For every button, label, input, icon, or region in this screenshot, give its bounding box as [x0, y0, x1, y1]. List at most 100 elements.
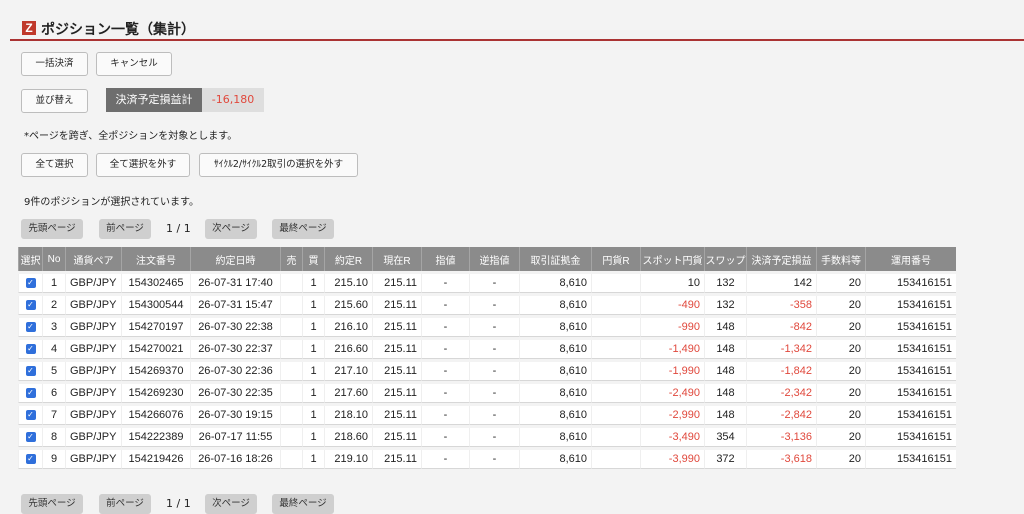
table-cell: - — [421, 340, 469, 359]
table-cell: 153416151 — [865, 428, 956, 447]
table-cell: 215.60 — [324, 296, 372, 315]
table-row[interactable]: ✓ 3 GBP/JPY 154270197 26-07-30 22:38 1 216.10 2… — [18, 318, 956, 337]
column-header: 通貨ペア — [65, 247, 121, 271]
table-row[interactable]: ✓ 2 GBP/JPY 154300544 26-07-31 15:47 1 215.60 2… — [18, 296, 956, 315]
next-page-button-bottom[interactable]: 次ページ — [205, 494, 257, 514]
table-cell: - — [421, 406, 469, 425]
table-row[interactable]: ✓ 7 GBP/JPY 154266076 26-07-30 19:15 1 218.10 2… — [18, 406, 956, 425]
table-cell: - — [421, 384, 469, 403]
row-select-checkbox[interactable]: ✓ — [18, 428, 42, 447]
row-select-checkbox[interactable]: ✓ — [18, 340, 42, 359]
table-cell: 26-07-30 22:36 — [190, 362, 280, 381]
sort-button[interactable]: 並び替え — [21, 89, 88, 113]
table-cell: 153416151 — [865, 362, 956, 381]
deselect-all-button[interactable]: 全て選択を外す — [96, 153, 190, 177]
row-select-checkbox[interactable]: ✓ — [18, 318, 42, 337]
deselect-cycle-button[interactable]: ｻｲｸﾙ2/ｻｲｸﾙ2取引の選択を外す — [199, 153, 358, 177]
bulk-settle-button[interactable]: 一括決済 — [21, 52, 88, 76]
row-select-checkbox[interactable]: ✓ — [18, 274, 42, 293]
table-row[interactable]: ✓ 1 GBP/JPY 154302465 26-07-31 17:40 1 215.10 2… — [18, 274, 956, 293]
next-page-button[interactable]: 次ページ — [205, 219, 257, 239]
row-select-checkbox[interactable]: ✓ — [18, 384, 42, 403]
column-header: 選択 — [18, 247, 42, 271]
table-cell: 20 — [816, 406, 865, 425]
table-cell: 153416151 — [865, 340, 956, 359]
table-cell: 154300544 — [121, 296, 190, 315]
table-cell: - — [469, 450, 519, 469]
table-header-row: 選択 No 通貨ペア 注文番号 約定日時売買約定R 現在R 指値 逆指値 取引証拠金 円貨R スポッ… — [18, 247, 956, 271]
table-cell: -2,342 — [746, 384, 816, 403]
first-page-button[interactable]: 先頭ページ — [21, 219, 83, 239]
table-cell: 1 — [302, 340, 324, 359]
table-cell: 215.11 — [372, 362, 421, 381]
table-cell: 153416151 — [865, 384, 956, 403]
table-cell: -1,342 — [746, 340, 816, 359]
table-cell — [591, 384, 640, 403]
table-cell: - — [421, 318, 469, 337]
prev-page-button[interactable]: 前ページ — [99, 219, 151, 239]
table-cell: 215.11 — [372, 406, 421, 425]
table-cell: 132 — [704, 274, 746, 293]
table-cell: 7 — [42, 406, 65, 425]
row-select-checkbox[interactable]: ✓ — [18, 450, 42, 469]
table-row[interactable]: ✓ 6 GBP/JPY 154269230 26-07-30 22:35 1 217.60 2… — [18, 384, 956, 403]
table-cell: 1 — [302, 362, 324, 381]
column-header: スワップ — [704, 247, 746, 271]
table-cell: 5 — [42, 362, 65, 381]
table-cell: 216.60 — [324, 340, 372, 359]
column-header: 注文番号 — [121, 247, 190, 271]
table-row[interactable]: ✓ 8 GBP/JPY 154222389 26-07-17 11:55 1 218.60 2… — [18, 428, 956, 447]
last-page-button[interactable]: 最終ページ — [272, 219, 334, 239]
table-cell: 1 — [302, 274, 324, 293]
table-cell: 8,610 — [519, 406, 591, 425]
table-cell: - — [469, 340, 519, 359]
table-cell: 216.10 — [324, 318, 372, 337]
column-header: 決済予定損益 — [746, 247, 816, 271]
table-cell: 154266076 — [121, 406, 190, 425]
table-row[interactable]: ✓ 4 GBP/JPY 154270021 26-07-30 22:37 1 216.60 2… — [18, 340, 956, 359]
column-header: 逆指値 — [469, 247, 519, 271]
table-cell — [280, 384, 302, 403]
column-header: 手数料等 — [816, 247, 865, 271]
table-cell: 215.11 — [372, 340, 421, 359]
row-select-checkbox[interactable]: ✓ — [18, 296, 42, 315]
table-cell: 217.10 — [324, 362, 372, 381]
table-cell: -3,490 — [640, 428, 704, 447]
table-cell: - — [421, 450, 469, 469]
table-row[interactable]: ✓ 9 GBP/JPY 154219426 26-07-16 18:26 1 219.10 2… — [18, 450, 956, 469]
table-cell: 154219426 — [121, 450, 190, 469]
prev-page-button-bottom[interactable]: 前ページ — [99, 494, 151, 514]
table-cell: GBP/JPY — [65, 450, 121, 469]
table-cell: 153416151 — [865, 318, 956, 337]
table-cell: -490 — [640, 296, 704, 315]
cancel-button[interactable]: キャンセル — [96, 52, 172, 76]
table-cell: 20 — [816, 450, 865, 469]
table-cell: 8,610 — [519, 274, 591, 293]
table-cell: 148 — [704, 340, 746, 359]
column-header: 売 — [280, 247, 302, 271]
column-header: 円貨R — [591, 247, 640, 271]
table-cell: 4 — [42, 340, 65, 359]
table-cell: 10 — [640, 274, 704, 293]
table-cell: - — [469, 406, 519, 425]
table-cell — [280, 450, 302, 469]
select-all-button[interactable]: 全て選択 — [21, 153, 88, 177]
last-page-button-bottom[interactable]: 最終ページ — [272, 494, 334, 514]
column-header: 指値 — [421, 247, 469, 271]
table-cell: 9 — [42, 450, 65, 469]
column-header: 取引証拠金 — [519, 247, 591, 271]
table-cell: -990 — [640, 318, 704, 337]
row-select-checkbox[interactable]: ✓ — [18, 406, 42, 425]
first-page-button-bottom[interactable]: 先頭ページ — [21, 494, 83, 514]
page-info-bottom: 1 / 1 — [166, 497, 191, 510]
table-cell — [280, 362, 302, 381]
table-row[interactable]: ✓ 5 GBP/JPY 154269370 26-07-30 22:36 1 217.10 2… — [18, 362, 956, 381]
checkmark-icon: ✓ — [25, 322, 36, 333]
table-cell — [591, 428, 640, 447]
table-cell: GBP/JPY — [65, 406, 121, 425]
page-header: Z ポジション一覧（集計） — [0, 0, 1024, 41]
table-cell: GBP/JPY — [65, 384, 121, 403]
checkmark-icon: ✓ — [25, 344, 36, 355]
row-select-checkbox[interactable]: ✓ — [18, 362, 42, 381]
table-cell — [280, 340, 302, 359]
